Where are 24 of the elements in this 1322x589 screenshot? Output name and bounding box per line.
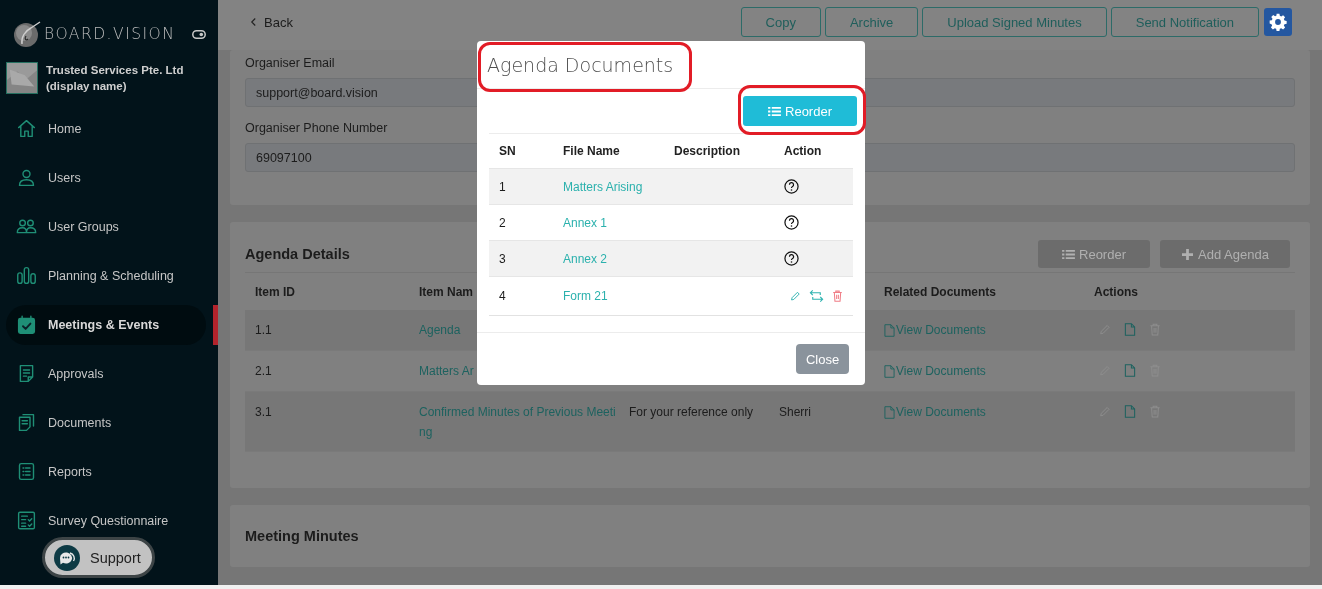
column-header: Item ID: [255, 284, 295, 299]
field-label: Organiser Phone Number: [245, 121, 388, 135]
table-cell-text: 2: [498, 215, 507, 230]
table-cell: 2.1: [255, 364, 272, 378]
column-header: Description: [673, 144, 741, 158]
section-title: Agenda Details: [245, 246, 350, 262]
table-cell: 1.1: [255, 323, 272, 337]
column-header: Item Nam: [419, 284, 474, 299]
column-header: Actions: [1094, 284, 1138, 299]
field-label: Organiser Email: [245, 56, 335, 70]
column-header: Action: [783, 144, 823, 158]
table-cell: Sherri: [779, 405, 811, 419]
table-cell-text: 4: [498, 289, 507, 303]
modal-title: Agenda Documents: [487, 53, 674, 76]
section-title: Meeting Minutes: [245, 528, 359, 544]
table-cell: 3.1: [255, 405, 272, 419]
organisation-name: Trusted Services Pte. Ltd (display name): [46, 63, 185, 94]
column-header: File Name: [562, 144, 621, 158]
column-header: Related Documents: [884, 284, 997, 299]
table-cell: For your reference only: [629, 405, 754, 419]
column-header: SN: [498, 144, 517, 158]
table-cell-text: 3: [498, 251, 507, 266]
table-cell-text: 1: [498, 179, 507, 194]
brand-name: BOARD.VISION: [44, 25, 176, 43]
